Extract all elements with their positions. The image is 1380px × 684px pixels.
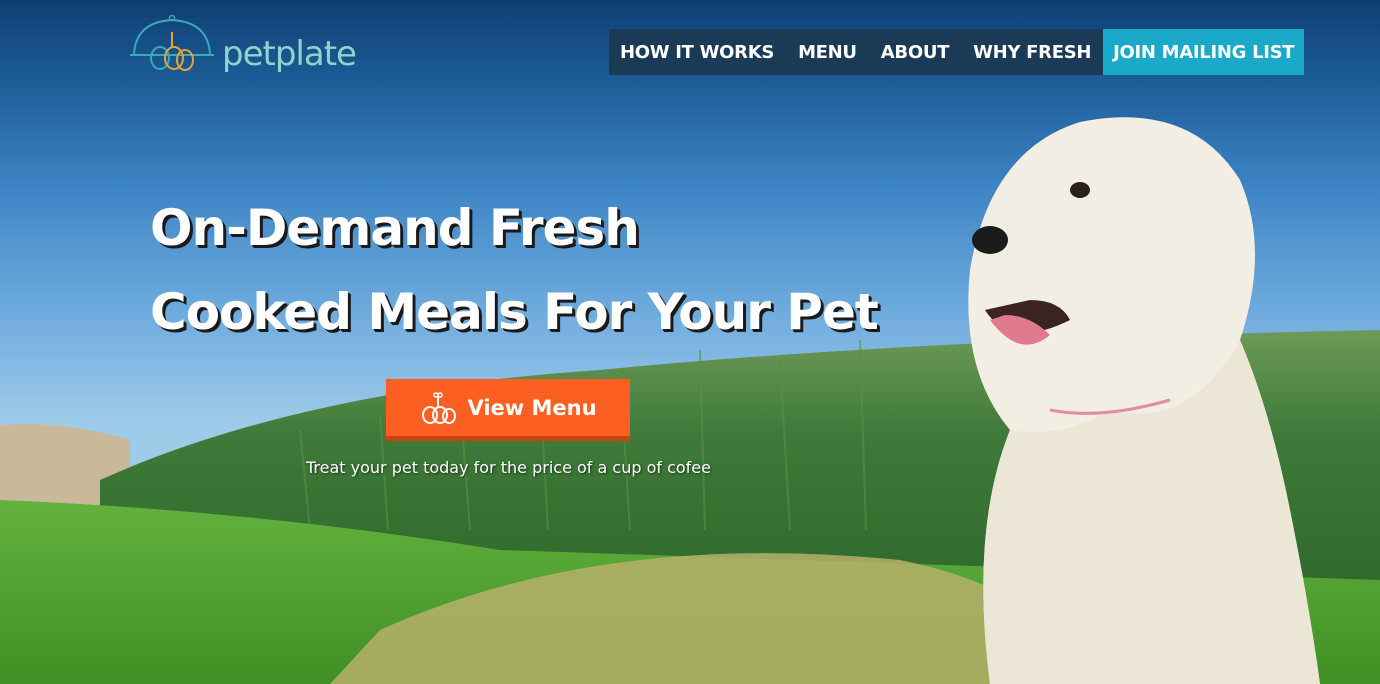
view-menu-button[interactable]: View Menu (386, 379, 630, 441)
main-nav: HOW IT WORKS MENU ABOUT WHY FRESH JOIN M… (609, 29, 1305, 75)
join-mailing-list-button[interactable]: JOIN MAILING LIST (1103, 29, 1305, 75)
nav-item-why-fresh[interactable]: WHY FRESH (961, 29, 1104, 75)
logo-wordmark: petplate (222, 34, 357, 74)
dog-photo (968, 117, 1320, 684)
hero-headline: On-Demand Fresh Cooked Meals For Your Pe… (150, 186, 910, 354)
food-bowl-icon (422, 391, 457, 424)
headline-line-1: On-Demand Fresh (150, 199, 640, 257)
nav-item-about[interactable]: ABOUT (868, 29, 962, 75)
hero-tagline: Treat your pet today for the price of a … (306, 458, 711, 477)
cloche-logo-icon (130, 14, 214, 71)
petplate-logo[interactable]: petplate (130, 14, 370, 74)
nav-item-how-it-works[interactable]: HOW IT WORKS (609, 29, 787, 75)
headline-line-2: Cooked Meals For Your Pet (150, 283, 879, 341)
nav-item-menu[interactable]: MENU (786, 29, 869, 75)
view-menu-label: View Menu (467, 395, 597, 420)
